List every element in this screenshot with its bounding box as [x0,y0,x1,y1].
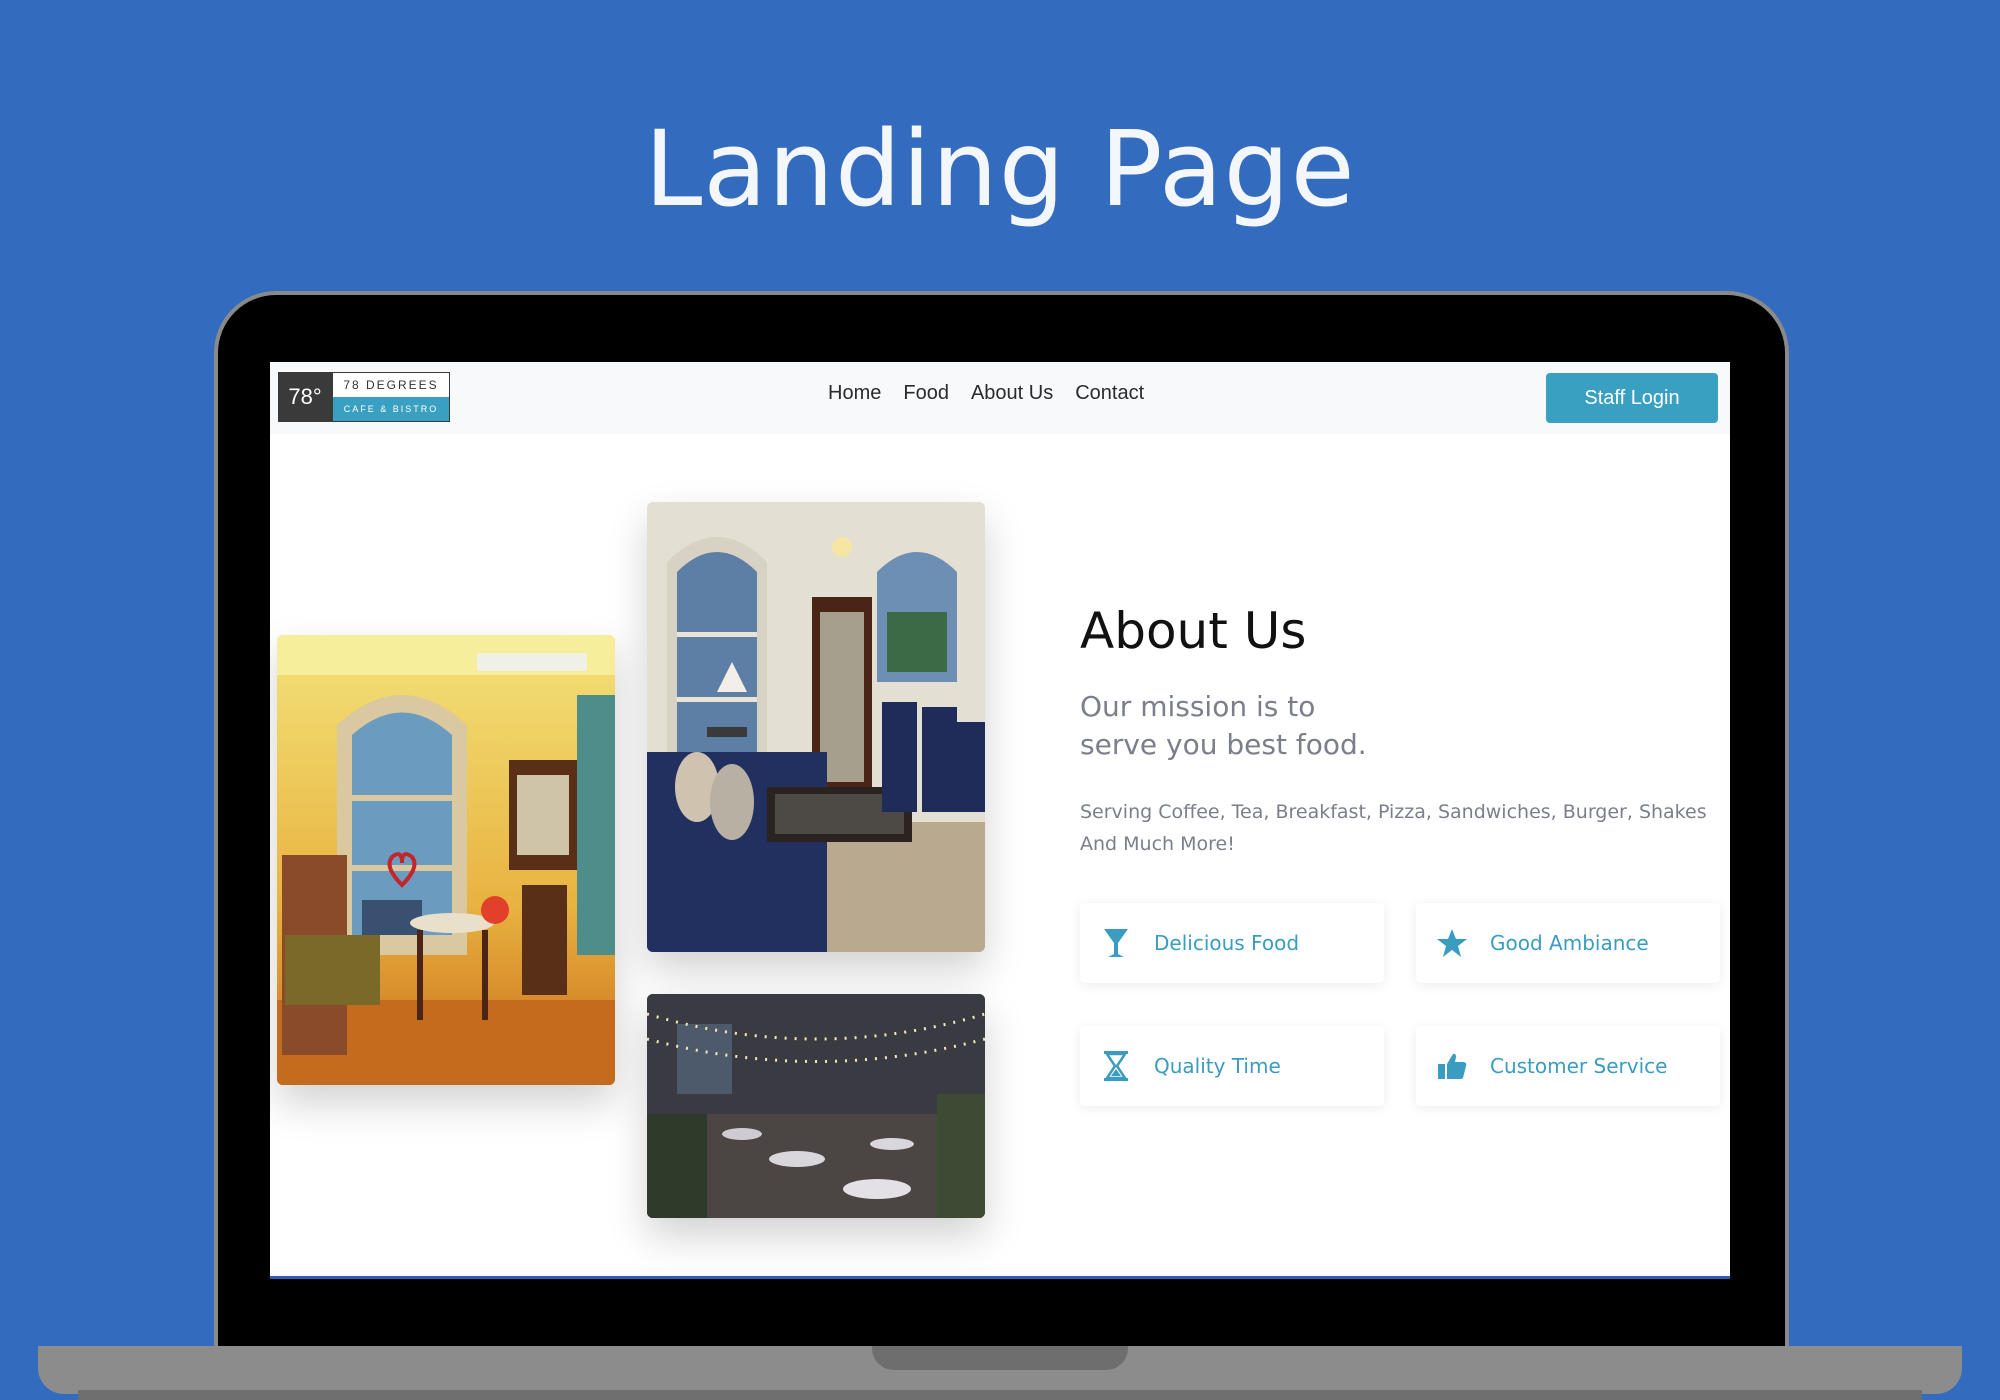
feature-card-good-ambiance: Good Ambiance [1416,903,1720,983]
cafe-interior-image [277,635,615,1085]
nav-link-about-us[interactable]: About Us [971,382,1053,405]
feature-card-delicious-food: Delicious Food [1080,903,1384,983]
nav-links: Home Food About Us Contact [828,382,1144,405]
cafe-outdoor-image [647,994,985,1218]
thumbs-up-icon [1434,1048,1470,1084]
nav-link-contact[interactable]: Contact [1075,382,1144,405]
logo-text: 78 DEGREES CAFE & BISTRO [332,372,450,422]
about-title: About Us [1080,602,1307,660]
feature-card-customer-service: Customer Service [1416,1026,1720,1106]
cafe-lounge-photo [647,502,985,952]
feature-label: Delicious Food [1154,931,1300,955]
logo-tagline: CAFE & BISTRO [333,397,449,421]
logo[interactable]: 78° 78 DEGREES CAFE & BISTRO [278,372,450,422]
page-headline: Landing Page [644,108,1356,230]
about-mission: Our mission is to serve you best food. [1080,690,1367,761]
logo-name: 78 DEGREES [333,373,449,397]
feature-label: Quality Time [1154,1054,1281,1078]
website-screen: 78° 78 DEGREES CAFE & BISTRO Home Food A… [270,362,1730,1279]
feature-card-quality-time: Quality Time [1080,1026,1384,1106]
nav-link-home[interactable]: Home [828,382,881,405]
feature-label: Good Ambiance [1490,931,1649,955]
cocktail-glass-icon [1098,925,1134,961]
laptop-notch [872,1346,1128,1370]
navbar: 78° 78 DEGREES CAFE & BISTRO Home Food A… [270,362,1730,434]
hourglass-icon [1098,1048,1134,1084]
cafe-lounge-image [647,502,985,952]
staff-login-button[interactable]: Staff Login [1546,373,1718,423]
cafe-outdoor-photo [647,994,985,1218]
laptop-base-edge [78,1390,1922,1400]
about-description: Serving Coffee, Tea, Breakfast, Pizza, S… [1080,801,1707,855]
star-icon [1434,925,1470,961]
cafe-interior-photo-yellow [277,635,615,1085]
feature-label: Customer Service [1490,1054,1668,1078]
logo-mark: 78° [278,372,332,422]
nav-link-food[interactable]: Food [903,382,949,405]
